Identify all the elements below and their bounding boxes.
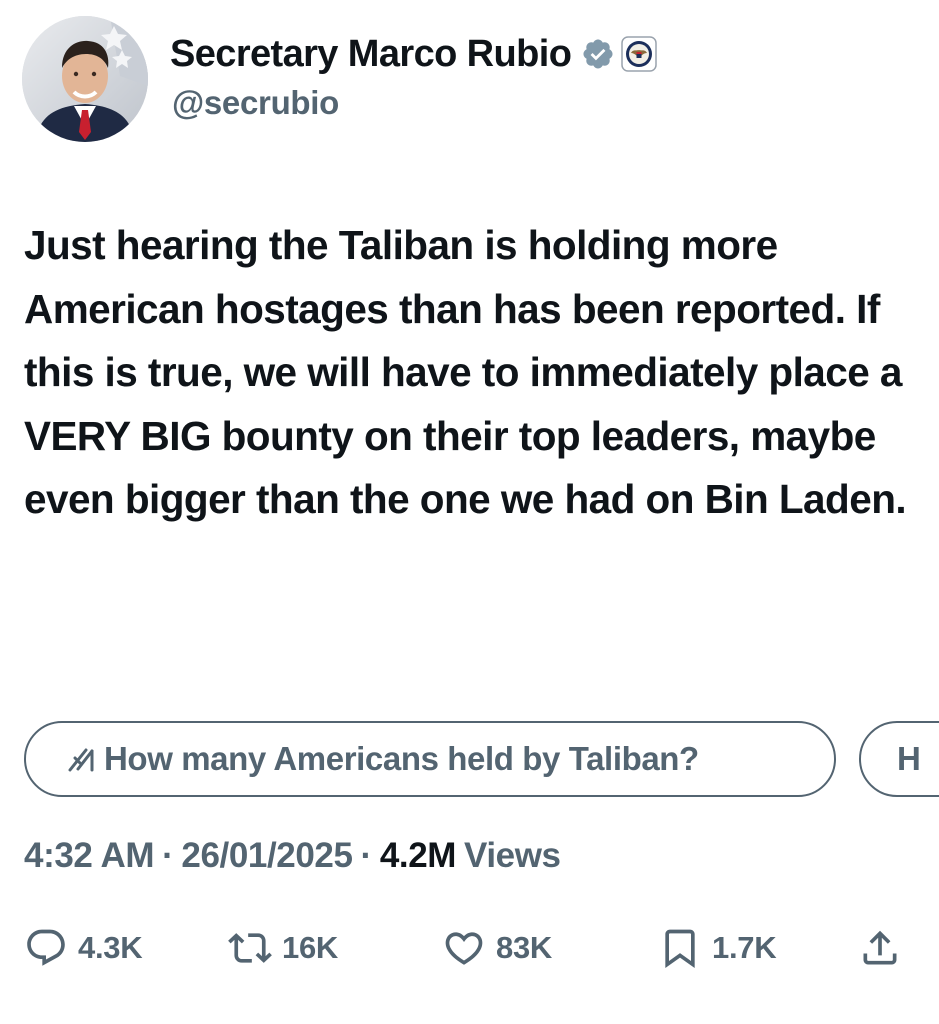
- avatar-photo: [22, 16, 148, 142]
- meta-separator: ·: [360, 836, 373, 875]
- share-button[interactable]: [858, 918, 902, 978]
- tweet-header: Secretary Marco Rubio @secrubio: [22, 16, 922, 142]
- reply-count: 4.3K: [78, 930, 143, 965]
- reply-button[interactable]: 4.3K: [24, 918, 143, 978]
- tweet-meta: 4:32 AM · 26/01/2025 · 4.2M Views: [24, 836, 561, 876]
- meta-separator: ·: [162, 836, 174, 875]
- grok-question-chip-partial[interactable]: H: [859, 721, 939, 797]
- verified-badge-icon[interactable]: [581, 37, 615, 71]
- grok-question-label-partial: H: [897, 740, 921, 777]
- repost-count: 16K: [282, 930, 338, 965]
- bookmark-icon: [658, 926, 702, 970]
- display-name[interactable]: Secretary Marco Rubio: [170, 33, 572, 76]
- repost-icon: [228, 926, 272, 970]
- share-icon: [858, 926, 902, 970]
- tweet-date[interactable]: 26/01/2025: [181, 836, 353, 875]
- name-row: Secretary Marco Rubio: [170, 32, 658, 76]
- bookmark-count: 1.7K: [712, 930, 777, 965]
- avatar[interactable]: [22, 16, 148, 142]
- user-handle[interactable]: @secrubio: [172, 84, 339, 122]
- tweet-time[interactable]: 4:32 AM: [24, 836, 155, 875]
- grok-question-chip[interactable]: How many Americans held by Taliban?: [24, 721, 836, 797]
- tweet-text: Just hearing the Taliban is holding more…: [24, 222, 907, 522]
- grok-icon: [66, 743, 98, 775]
- like-count: 83K: [496, 930, 552, 965]
- grok-question-label: How many Americans held by Taliban?: [104, 740, 699, 777]
- repost-button[interactable]: 16K: [228, 918, 338, 978]
- action-bar: 4.3K 16K 83K 1.7K: [0, 918, 939, 978]
- heart-icon: [442, 926, 486, 970]
- reply-icon: [24, 926, 68, 970]
- department-seal-icon[interactable]: [621, 36, 658, 72]
- views-count[interactable]: 4.2M: [380, 836, 457, 875]
- like-button[interactable]: 83K: [442, 918, 552, 978]
- views-label: Views: [464, 836, 561, 875]
- bookmark-button[interactable]: 1.7K: [658, 918, 777, 978]
- grok-suggestions: How many Americans held by Taliban? H: [24, 721, 939, 801]
